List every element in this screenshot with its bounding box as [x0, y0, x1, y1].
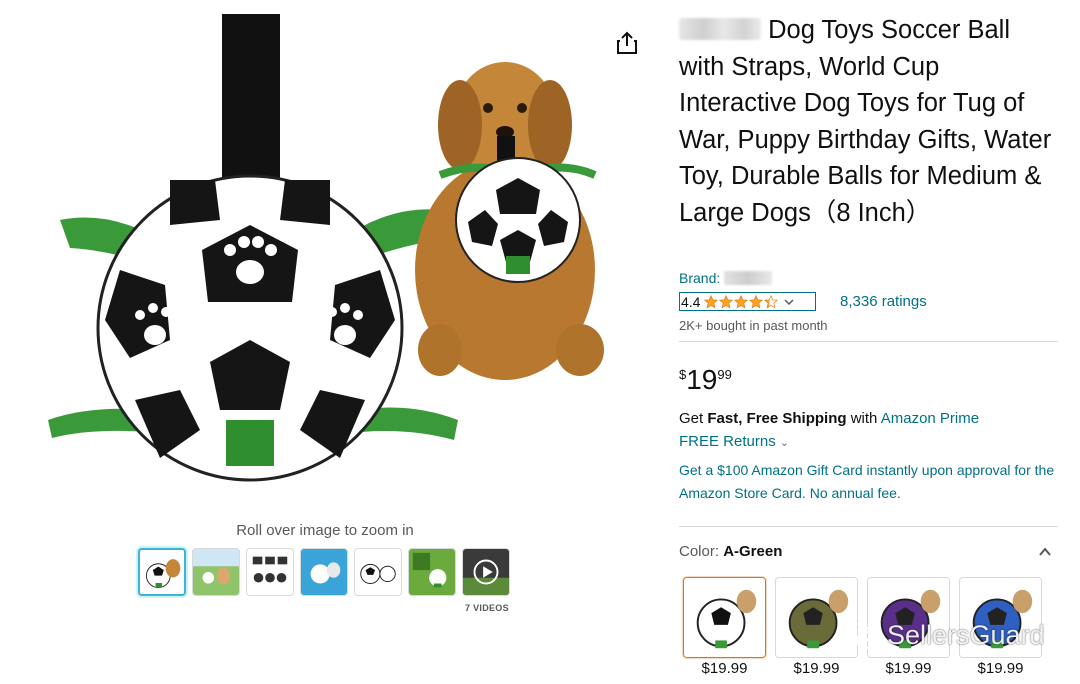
thumbnail-3[interactable] [246, 548, 294, 596]
shipping-middle: with [846, 410, 881, 427]
bought-in-past-month: 2K+ bought in past month [679, 318, 828, 333]
divider [679, 341, 1058, 342]
videos-count-label: 7 VIDEOS [465, 603, 509, 613]
swatch-price: $19.99 [885, 660, 932, 677]
shipping-bold: Fast, Free Shipping [707, 410, 847, 427]
ratings-count-link[interactable]: 8,336 ratings [840, 293, 927, 310]
swatch-price: $19.99 [977, 660, 1024, 677]
swatch-price: $19.99 [701, 660, 748, 677]
blurred-brand-name [679, 18, 761, 40]
product-title-text: Dog Toys Soccer Ball with Straps, World … [679, 16, 1052, 227]
chevron-down-icon: ⌄ [779, 437, 789, 449]
brand-link[interactable]: Brand: [679, 270, 773, 286]
price: $1999 [679, 364, 732, 396]
shipping-info: Get Fast, Free Shipping with Amazon Prim… [679, 410, 979, 427]
thumbnail-1[interactable] [138, 548, 186, 596]
main-product-image[interactable] [40, 10, 620, 520]
shipping-prefix: Get [679, 410, 708, 427]
brand-label: Brand: [679, 270, 721, 286]
rating-value: 4.4 [681, 293, 701, 310]
thumbnail-4[interactable] [300, 548, 348, 596]
price-whole: 19 [686, 364, 718, 395]
thumbnail-video[interactable] [462, 548, 510, 596]
chevron-up-icon[interactable] [1038, 545, 1052, 559]
amazon-prime-link[interactable]: Amazon Prime [881, 410, 979, 427]
free-returns-link[interactable]: FREE Returns ⌄ [679, 433, 789, 450]
thumbnail-strip [138, 548, 510, 596]
zoom-hint: Roll over image to zoom in [236, 522, 414, 539]
star-icon [704, 294, 719, 309]
star-icon [764, 294, 779, 309]
product-title: Dog Toys Soccer Ball with Straps, World … [679, 12, 1059, 231]
divider [679, 526, 1058, 527]
star-icon [749, 294, 764, 309]
price-symbol: $ [679, 367, 687, 382]
blurred-brand [724, 271, 773, 285]
wechat-logo-icon [843, 622, 880, 649]
selected-color: A-Green [723, 543, 783, 560]
swatch-price: $19.99 [793, 660, 840, 677]
color-label: Color: [679, 543, 724, 560]
thumbnail-5[interactable] [354, 548, 402, 596]
thumbnail-6[interactable] [408, 548, 456, 596]
chevron-down-icon [784, 298, 794, 305]
watermark-text: SellersGuard [887, 620, 1045, 650]
rating-widget[interactable]: 4.4 [679, 292, 816, 311]
star-icon [719, 294, 734, 309]
watermark: SellersGuard [842, 620, 1045, 651]
price-fraction: 99 [717, 367, 732, 382]
share-icon[interactable] [614, 30, 640, 56]
gift-card-offer[interactable]: Get a $100 Amazon Gift Card instantly up… [679, 459, 1059, 505]
star-icon [734, 294, 749, 309]
thumbnail-2[interactable] [192, 548, 240, 596]
product-info: Dog Toys Soccer Ball with Straps, World … [679, 12, 1059, 231]
color-swatch[interactable]: $19.99 [683, 577, 766, 677]
color-selector-label: Color: A-Green [679, 543, 782, 560]
star-rating [704, 294, 779, 309]
free-returns-label: FREE Returns [679, 433, 776, 450]
swatch-image [683, 577, 766, 658]
